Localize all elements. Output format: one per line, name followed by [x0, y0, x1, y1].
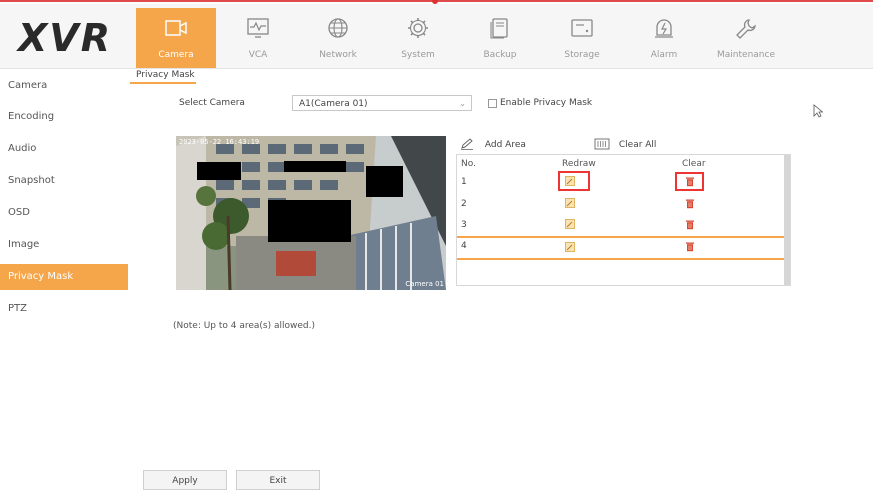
col-header-clear: Clear [682, 159, 706, 169]
nav-network-label: Network [319, 50, 357, 60]
clear-highlight-box [675, 172, 704, 191]
camera-preview[interactable]: 2023-05-22 16:43:19 Camera 01 [176, 136, 446, 290]
trash-icon[interactable] [685, 198, 695, 209]
add-area-label: Add Area [484, 139, 526, 150]
row-number: 2 [461, 199, 467, 209]
sidebar-item-image[interactable]: Image [0, 232, 128, 258]
table-row-selected[interactable]: 4 [457, 236, 785, 260]
nav-alarm[interactable]: Alarm [624, 8, 704, 68]
note-text: (Note: Up to 4 area(s) allowed.) [173, 321, 316, 331]
tab-underline [130, 82, 196, 84]
sidebar-item-audio[interactable]: Audio [0, 136, 128, 162]
vca-icon [247, 18, 269, 38]
sidebar: Camera Encoding Audio Snapshot OSD Image… [0, 69, 128, 492]
gear-icon [408, 18, 428, 38]
nav-system[interactable]: System [378, 8, 458, 68]
camera-icon [165, 20, 187, 36]
sidebar-item-privacy-mask[interactable]: Privacy Mask [0, 264, 128, 290]
storage-icon [571, 19, 593, 37]
redraw-icon[interactable] [565, 219, 575, 229]
preview-camera-label: Camera 01 [405, 280, 444, 288]
pencil-icon [461, 138, 473, 150]
privacy-mask-area[interactable] [268, 200, 351, 242]
table-row: 1 [457, 173, 785, 195]
nav-camera[interactable]: Camera [136, 8, 216, 68]
table-scrollbar[interactable] [784, 155, 790, 285]
enable-privacy-mask-checkbox[interactable] [488, 99, 497, 108]
privacy-mask-area[interactable] [197, 162, 241, 180]
globe-icon [328, 18, 348, 38]
sidebar-item-ptz[interactable]: PTZ [0, 296, 128, 322]
redraw-icon[interactable] [565, 242, 575, 252]
table-row: 3 [457, 216, 785, 238]
backup-icon [490, 18, 508, 39]
nav-network[interactable]: Network [298, 8, 378, 68]
row-number: 3 [461, 220, 467, 230]
select-camera-label: Select Camera [179, 98, 245, 108]
nav-system-label: System [401, 50, 435, 60]
sidebar-item-osd[interactable]: OSD [0, 200, 128, 226]
nav-storage[interactable]: Storage [542, 8, 622, 68]
privacy-mask-area[interactable] [366, 166, 403, 197]
redraw-icon[interactable] [565, 198, 575, 208]
col-header-redraw: Redraw [562, 159, 596, 169]
nav-alarm-label: Alarm [650, 50, 678, 60]
trash-icon[interactable] [685, 219, 695, 230]
clear-all-icon [594, 138, 610, 150]
preview-timestamp: 2023-05-22 16:43:19 [179, 138, 260, 146]
nav-maintenance[interactable]: Maintenance [706, 8, 786, 68]
privacy-mask-area[interactable] [284, 161, 346, 172]
sidebar-item-encoding[interactable]: Encoding [0, 104, 128, 130]
nav-vca[interactable]: VCA [218, 8, 298, 68]
header-bar: XVR Camera VCA Network System Backup Sto… [0, 4, 873, 69]
table-row: 2 [457, 195, 785, 217]
clear-all-label: Clear All [618, 139, 657, 150]
nav-backup[interactable]: Backup [460, 8, 540, 68]
app-logo: XVR [18, 16, 112, 60]
col-header-no: No. [461, 159, 476, 169]
alarm-icon [655, 19, 673, 38]
nav-backup-label: Backup [483, 50, 517, 60]
sidebar-item-camera[interactable]: Camera [0, 73, 128, 99]
camera-select[interactable]: A1(Camera 01) ⌄ [292, 95, 472, 111]
tab-privacy-mask[interactable]: Privacy Mask [133, 70, 198, 80]
nav-camera-label: Camera [158, 50, 194, 60]
chevron-down-icon: ⌄ [459, 99, 466, 108]
camera-select-value: A1(Camera 01) [299, 99, 368, 109]
apply-button[interactable]: Apply [143, 470, 227, 490]
row-number: 1 [461, 177, 467, 187]
wrench-icon [736, 19, 756, 39]
enable-privacy-mask-label: Enable Privacy Mask [500, 98, 593, 108]
nav-storage-label: Storage [564, 50, 600, 60]
top-accent-line [0, 0, 873, 4]
exit-button[interactable]: Exit [236, 470, 320, 490]
nav-vca-label: VCA [248, 50, 268, 60]
mouse-cursor-icon [813, 104, 823, 118]
trash-icon[interactable] [685, 241, 695, 252]
clear-all-button[interactable]: Clear All [594, 138, 656, 150]
nav-maintenance-label: Maintenance [717, 50, 775, 60]
redraw-highlight-box [558, 171, 590, 191]
mask-area-table: No. Redraw Clear 1 2 3 4 [456, 154, 791, 286]
add-area-button[interactable]: Add Area [460, 138, 526, 150]
sidebar-item-snapshot[interactable]: Snapshot [0, 168, 128, 194]
row-number: 4 [461, 241, 467, 251]
